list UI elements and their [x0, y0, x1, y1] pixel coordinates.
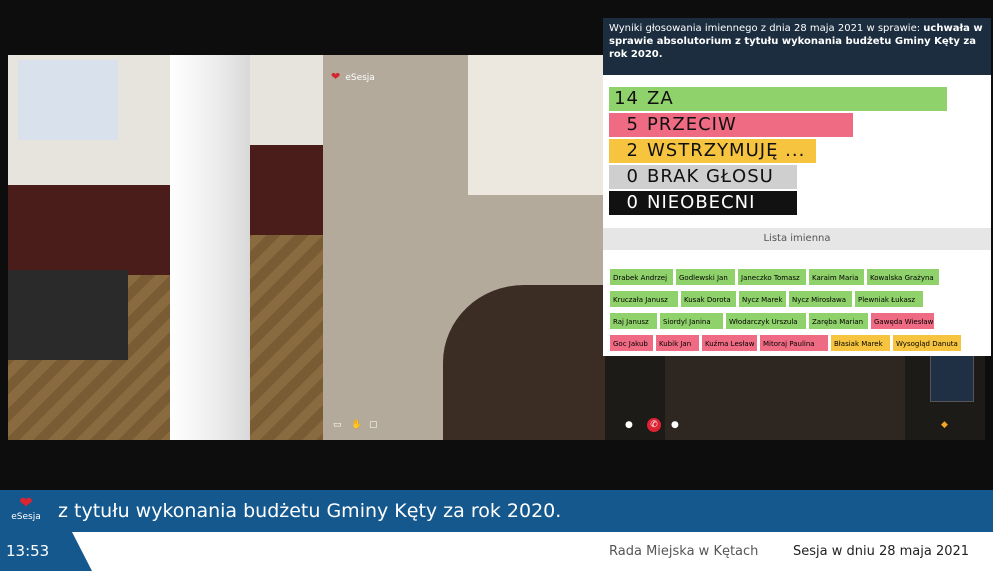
vote-label: PRZECIW: [647, 114, 737, 135]
named-list-title: Lista imienna: [603, 228, 991, 250]
clock-time: 13:53: [6, 542, 50, 560]
voter-chip: Kusak Dorota: [680, 290, 737, 308]
vote-result-bar: 0 NIEOBECNI: [609, 191, 797, 215]
voter-chip: Kubik Jan: [655, 334, 700, 352]
monitor-icon[interactable]: ▭: [333, 420, 342, 430]
vote-result-bar: 14 ZA: [609, 87, 947, 111]
vote-result-bar: 0 BRAK GŁOSU: [609, 165, 797, 189]
projection-screen: [18, 60, 118, 140]
shield-icon: ◆: [941, 420, 948, 430]
voter-chip: Błasiak Marek: [830, 334, 891, 352]
participant-thumbnail[interactable]: [930, 355, 974, 402]
pillar: [170, 55, 250, 440]
footer-bar: 13:53 Rada Miejska w Kętach Sesja w dniu…: [0, 532, 993, 571]
voter-chip: Plewniak Łukasz: [854, 290, 924, 308]
voter-chip: Janeczko Tomasz: [737, 268, 807, 286]
vote-result-bar: 5 PRZECIW: [609, 113, 853, 137]
microphone-icon[interactable]: ●: [671, 420, 679, 430]
voter-chip: Włodarczyk Urszula: [725, 312, 807, 330]
esesja-logo-icon: ❤: [331, 70, 341, 83]
clock-badge-tail: [72, 532, 92, 571]
voter-chip: Zaręba Marian: [808, 312, 869, 330]
voter-chip: Wysogląd Danuta: [892, 334, 962, 352]
voter-chip: Raj Janusz: [609, 312, 658, 330]
session-title: Sesja w dniu 28 maja 2021: [793, 544, 970, 559]
voter-chip: Godlewski Jan: [675, 268, 736, 286]
voter-chip: Mitoraj Paulina: [759, 334, 829, 352]
voter-chip: Kuźma Lesław: [701, 334, 758, 352]
voter-chip: Drabek Andrzej: [609, 268, 674, 286]
desk-right: [238, 145, 323, 235]
clock-badge: 13:53: [0, 532, 92, 571]
ticker-bar: ❤ eSesja z tytułu wykonania budżetu Gmin…: [0, 490, 993, 532]
esesja-logo-label: eSesja: [11, 512, 41, 522]
vote-results-overlay: Wyniki głosowania imiennego z dnia 28 ma…: [603, 18, 991, 356]
laptop-table: [8, 270, 128, 360]
hand-icon[interactable]: ✋: [351, 420, 362, 430]
voter-chip: Kowalska Grażyna: [866, 268, 940, 286]
vote-header-prefix: Wyniki głosowania imiennego z dnia 28 ma…: [609, 23, 921, 34]
vote-label: WSTRZYMUJĘ ...: [647, 140, 806, 161]
voter-chip: Nycz Marek: [738, 290, 787, 308]
hangup-icon[interactable]: ✆: [647, 418, 661, 432]
document-page: [468, 55, 605, 195]
esesja-watermark-label: eSesja: [345, 73, 375, 83]
vote-count: 5: [626, 114, 639, 135]
vote-label: ZA: [647, 88, 674, 109]
voter-chip: Goc Jakub: [609, 334, 654, 352]
desk: [8, 185, 173, 275]
vote-count: 2: [626, 140, 639, 161]
vote-count: 0: [626, 166, 639, 187]
camera-icon[interactable]: ●: [625, 420, 633, 430]
vote-label: BRAK GŁOSU: [647, 166, 774, 187]
voter-chip: Siordyl Janina: [659, 312, 724, 330]
vote-count: 14: [614, 88, 639, 109]
vote-count: 0: [626, 192, 639, 213]
voter-chip: Gawęda Wiesław: [870, 312, 935, 330]
esesja-logo: ❤ eSesja: [6, 494, 46, 528]
esesja-watermark: ❤ eSesja: [331, 65, 375, 84]
video-feed-document[interactable]: ❤ eSesja ▭ ✋ ▢: [323, 55, 605, 440]
vote-result-bar: 2 WSTRZYMUJĘ ...: [609, 139, 816, 163]
chat-icon[interactable]: ▢: [369, 420, 378, 430]
organization-name: Rada Miejska w Kętach: [609, 544, 759, 559]
voter-chip: Karaim Maria: [808, 268, 865, 286]
person-silhouette: [443, 285, 605, 440]
ticker-text: z tytułu wykonania budżetu Gminy Kęty za…: [58, 500, 562, 522]
video-feed-council-room[interactable]: ▭: [8, 55, 323, 440]
esesja-logo-icon: ❤: [19, 493, 33, 512]
vote-label: NIEOBECNI: [647, 192, 756, 213]
voter-chip: Nycz Mirosława: [788, 290, 853, 308]
vote-header: Wyniki głosowania imiennego z dnia 28 ma…: [603, 18, 991, 75]
voter-chip: Kruczała Janusz: [609, 290, 679, 308]
